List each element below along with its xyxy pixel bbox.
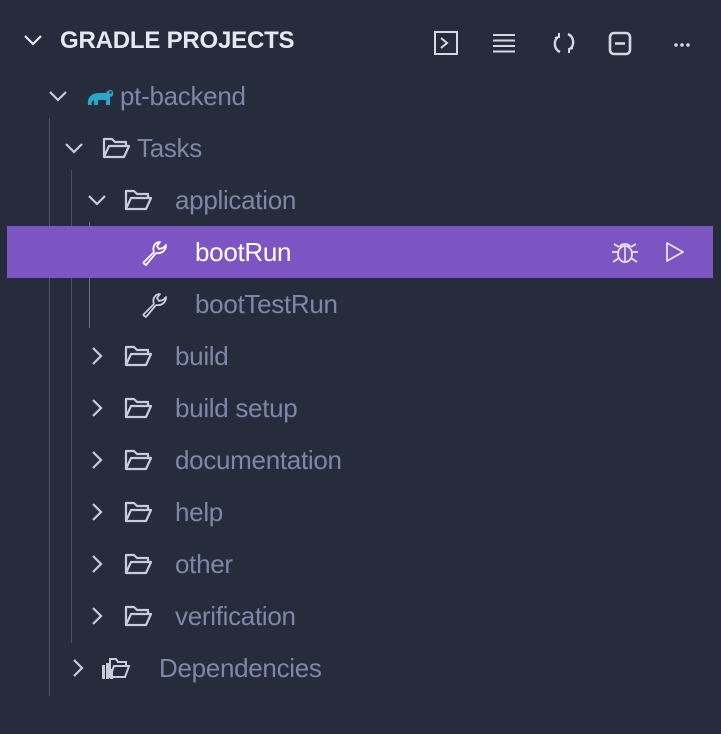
group-label: other xyxy=(175,549,233,579)
library-folder-icon xyxy=(102,658,131,679)
group-label: documentation xyxy=(175,445,342,475)
chevron-down-icon xyxy=(88,195,106,206)
tree-item-tasks[interactable]: Tasks xyxy=(7,122,713,174)
chevron-down-icon xyxy=(65,143,83,154)
chevron-right-icon xyxy=(92,399,103,417)
chevron-right-icon xyxy=(92,451,103,469)
folder-open-icon xyxy=(124,553,153,575)
gradle-elephant-icon xyxy=(87,89,114,105)
tree-item-bootrun[interactable]: bootRun xyxy=(7,226,713,278)
panel-title: GRADLE PROJECTS xyxy=(60,27,295,54)
chevron-right-icon xyxy=(92,607,103,625)
group-label: build xyxy=(175,341,229,371)
chevron-right-icon xyxy=(92,503,103,521)
terminal-icon[interactable] xyxy=(431,28,461,58)
bootrun-label: bootRun xyxy=(195,237,292,267)
tree-item-boottestrun[interactable]: bootTestRun xyxy=(7,278,713,330)
application-label: application xyxy=(175,185,297,215)
boottestrun-label: bootTestRun xyxy=(195,289,338,319)
project-label: pt-backend xyxy=(120,81,246,111)
chevron-right-icon xyxy=(73,659,84,677)
refresh-icon[interactable] xyxy=(549,28,579,58)
group-label: help xyxy=(175,497,223,527)
wrench-icon xyxy=(142,241,167,266)
panel-header[interactable]: GRADLE PROJECTS xyxy=(7,14,713,66)
tree-item-build[interactable]: build xyxy=(7,330,713,382)
folder-open-icon xyxy=(124,345,153,367)
dependencies-label: Dependencies xyxy=(159,653,322,683)
tree-item-application[interactable]: application xyxy=(7,174,713,226)
chevron-right-icon xyxy=(92,555,103,573)
chevron-down-icon[interactable] xyxy=(21,28,45,52)
folder-open-icon xyxy=(102,137,131,159)
tasks-label: Tasks xyxy=(137,133,202,163)
wrench-icon xyxy=(142,293,167,318)
tree-item-verification[interactable]: verification xyxy=(7,590,713,642)
tree-item-documentation[interactable]: documentation xyxy=(7,434,713,486)
tree-item-other[interactable]: other xyxy=(7,538,713,590)
chevron-right-icon xyxy=(92,347,103,365)
gradle-projects-panel: GRADLE PROJECTS pt-backend Tasks applica… xyxy=(7,8,713,734)
folder-open-icon xyxy=(124,449,153,471)
more-icon[interactable] xyxy=(667,28,697,58)
debug-icon[interactable] xyxy=(608,235,642,269)
folder-open-icon xyxy=(124,501,153,523)
group-label: verification xyxy=(175,601,296,631)
tree-item-build-setup[interactable]: build setup xyxy=(7,382,713,434)
collapse-all-icon[interactable] xyxy=(605,28,635,58)
folder-open-icon xyxy=(124,605,153,627)
tree-item-help[interactable]: help xyxy=(7,486,713,538)
tree-item-dependencies[interactable]: Dependencies xyxy=(7,642,713,694)
folder-open-icon xyxy=(124,397,153,419)
folder-open-icon xyxy=(124,189,153,211)
group-label: build setup xyxy=(175,393,298,423)
run-icon[interactable] xyxy=(657,235,691,269)
chevron-down-icon xyxy=(49,91,67,102)
list-icon[interactable] xyxy=(489,28,519,58)
tree-item-project[interactable]: pt-backend xyxy=(7,70,713,122)
